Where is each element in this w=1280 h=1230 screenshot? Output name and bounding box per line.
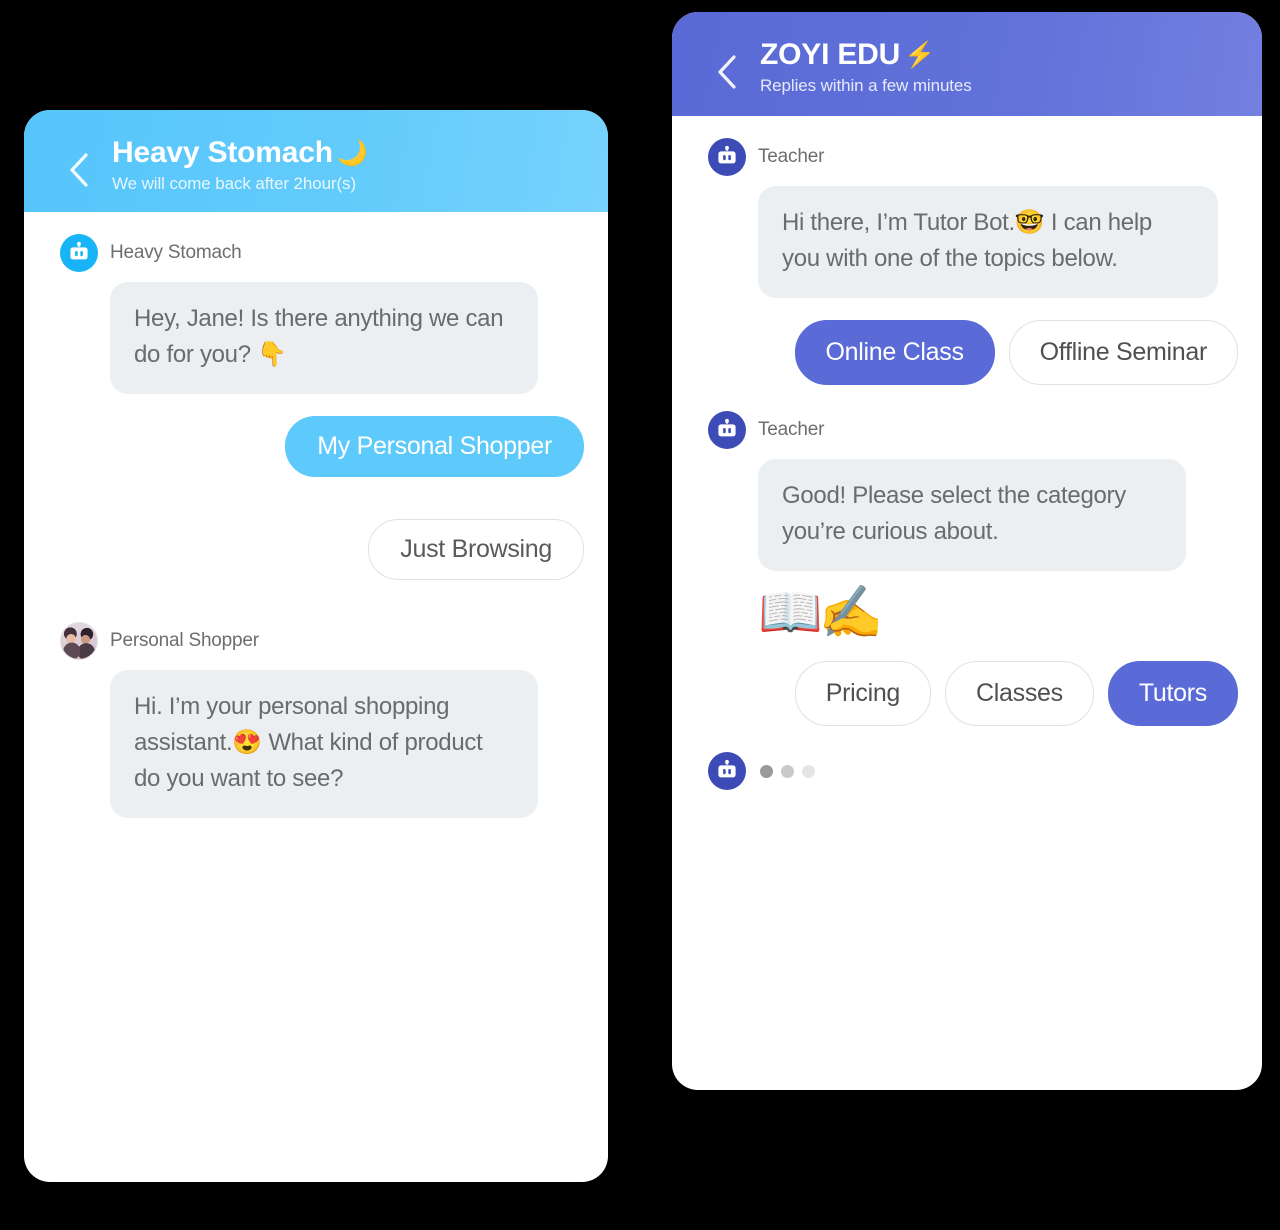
sender-name: Teacher bbox=[758, 419, 825, 440]
shopper-reply-row-1: My Personal Shopper bbox=[48, 416, 584, 493]
message-group-teacher-intro: Teacher Hi there, I’m Tutor Bot.🤓 I can … bbox=[696, 138, 1238, 298]
bot-message-bubble: Hey, Jane! Is there anything we can do f… bbox=[110, 282, 538, 394]
reply-my-personal-shopper[interactable]: My Personal Shopper bbox=[285, 416, 584, 477]
category-button-tutors[interactable]: Tutors bbox=[1107, 661, 1238, 726]
shopper-phone: Heavy Stomach 🌙 We will come back after 2… bbox=[24, 110, 608, 1182]
edu-header-title: ZOYI EDU ⚡ bbox=[760, 38, 1238, 73]
message-group-personal-shopper: Personal Shopper Hi. I’m your personal s… bbox=[48, 622, 584, 818]
category-button-pricing[interactable]: Pricing bbox=[794, 661, 932, 726]
lightning-bolt-icon: ⚡ bbox=[904, 41, 936, 69]
message-group-bot-greeting: Heavy Stomach Hey, Jane! Is there anythi… bbox=[48, 234, 584, 394]
back-chevron-icon[interactable] bbox=[716, 54, 738, 89]
book-and-writing-hand-emoji: 📖✍️ bbox=[758, 584, 884, 642]
shopper-chat-body: Heavy Stomach Hey, Jane! Is there anythi… bbox=[24, 212, 608, 818]
bubble-row: Hi there, I’m Tutor Bot.🤓 I can help you… bbox=[696, 186, 1238, 298]
typing-dot bbox=[802, 764, 815, 778]
sender-name: Teacher bbox=[758, 146, 825, 167]
sender-row: Personal Shopper bbox=[48, 622, 584, 660]
robot-avatar-icon bbox=[708, 138, 746, 176]
typing-dot bbox=[781, 764, 794, 778]
category-button-row: Pricing Classes Tutors bbox=[696, 661, 1238, 726]
topic-button-offline-seminar[interactable]: Offline Seminar bbox=[1008, 320, 1238, 385]
bubble-row: Good! Please select the category you’re … bbox=[696, 459, 1238, 571]
topic-button-online-class[interactable]: Online Class bbox=[794, 320, 995, 385]
moon-icon: 🌙 bbox=[336, 139, 368, 167]
robot-avatar-icon bbox=[708, 411, 746, 449]
edu-header: ZOYI EDU ⚡ Replies within a few minutes bbox=[672, 12, 1262, 116]
edu-chat-body: Teacher Hi there, I’m Tutor Bot.🤓 I can … bbox=[672, 116, 1262, 790]
teacher-category-bubble: Good! Please select the category you’re … bbox=[758, 459, 1186, 571]
avatar-photo-image bbox=[61, 623, 97, 659]
shopper-reply-row-2: Just Browsing bbox=[48, 519, 584, 596]
typing-dots bbox=[760, 764, 815, 778]
robot-avatar-icon bbox=[708, 752, 746, 790]
sender-row: Teacher bbox=[696, 411, 1238, 449]
message-group-teacher-category: Teacher Good! Please select the category… bbox=[696, 411, 1238, 639]
mockup-stage: Heavy Stomach 🌙 We will come back after 2… bbox=[0, 0, 1280, 1230]
personal-shopper-message-bubble: Hi. I’m your personal shopping assistant… bbox=[110, 670, 538, 818]
sender-name: Personal Shopper bbox=[110, 630, 259, 651]
personal-shopper-avatar bbox=[60, 622, 98, 660]
category-button-classes[interactable]: Classes bbox=[945, 661, 1094, 726]
topic-button-row: Online Class Offline Seminar bbox=[696, 320, 1238, 385]
shopper-header: Heavy Stomach 🌙 We will come back after 2… bbox=[24, 110, 608, 212]
typing-indicator bbox=[696, 752, 1238, 790]
edu-title-text: ZOYI EDU bbox=[760, 38, 901, 71]
back-chevron-icon[interactable] bbox=[68, 152, 90, 187]
bubble-row: Hey, Jane! Is there anything we can do f… bbox=[48, 282, 584, 394]
teacher-intro-bubble: Hi there, I’m Tutor Bot.🤓 I can help you… bbox=[758, 186, 1218, 298]
bubble-row: Hi. I’m your personal shopping assistant… bbox=[48, 670, 584, 818]
shopper-title-text: Heavy Stomach bbox=[112, 136, 333, 169]
robot-avatar-icon bbox=[60, 234, 98, 272]
sender-row: Heavy Stomach bbox=[48, 234, 584, 272]
edu-phone: ZOYI EDU⚡ Replies within a few minutes bbox=[672, 12, 1262, 1090]
shopper-header-title: Heavy Stomach 🌙 bbox=[112, 136, 584, 171]
reply-just-browsing[interactable]: Just Browsing bbox=[368, 519, 584, 580]
sender-name: Heavy Stomach bbox=[110, 242, 242, 263]
edu-header-subtitle: Replies within a few minutes bbox=[760, 75, 972, 95]
sender-row: Teacher bbox=[696, 138, 1238, 176]
typing-dot bbox=[760, 764, 773, 778]
shopper-header-subtitle: We will come back after 2hour(s) bbox=[112, 173, 357, 193]
